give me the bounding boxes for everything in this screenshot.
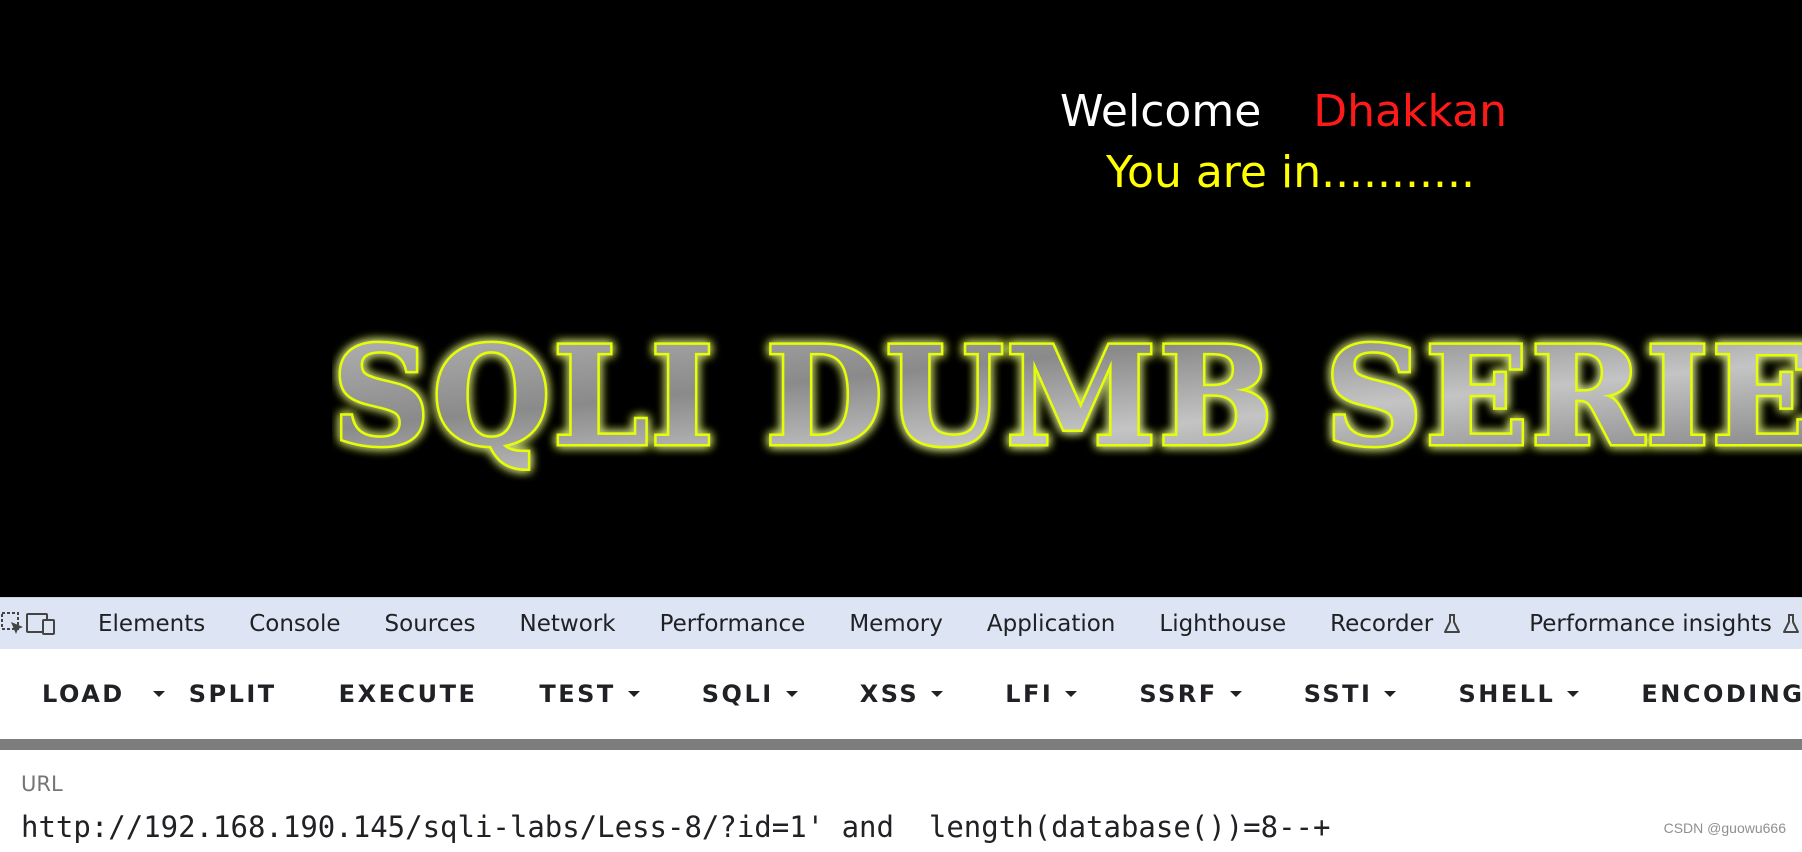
- ssti-menu-button[interactable]: SSTI: [1304, 649, 1397, 739]
- xss-menu-button[interactable]: XSS: [860, 649, 944, 739]
- tab-sources[interactable]: Sources: [363, 598, 498, 650]
- chevron-down-icon: [785, 691, 798, 697]
- sqli-menu-button[interactable]: SQLI: [702, 649, 798, 739]
- chevron-down-icon: [1065, 691, 1078, 697]
- chevron-down-icon: [627, 691, 640, 697]
- devtools-tab-bar: Elements Console Sources Network Perform…: [0, 597, 1802, 649]
- tab-network[interactable]: Network: [498, 598, 638, 650]
- tab-application[interactable]: Application: [965, 598, 1138, 650]
- welcome-name: Dhakkan: [1313, 86, 1508, 137]
- welcome-word: Welcome: [1060, 86, 1262, 137]
- experimental-flask-icon: [1782, 613, 1799, 633]
- tab-console[interactable]: Console: [227, 598, 362, 650]
- split-button[interactable]: SPLIT: [189, 649, 277, 739]
- chevron-down-icon: [1229, 691, 1242, 697]
- lfi-menu-button[interactable]: LFI: [1005, 649, 1078, 739]
- shell-menu-button[interactable]: SHELL: [1458, 649, 1580, 739]
- welcome-line: Welcome Dhakkan: [1060, 84, 1507, 140]
- encoding-menu-button[interactable]: ENCODING: [1641, 649, 1802, 739]
- chevron-down-icon: [152, 691, 165, 697]
- load-dropdown-button[interactable]: [152, 649, 165, 739]
- hackbar-separator: [0, 739, 1802, 750]
- tab-elements[interactable]: Elements: [76, 598, 227, 650]
- tab-memory[interactable]: Memory: [827, 598, 965, 650]
- chevron-down-icon: [931, 691, 944, 697]
- tab-lighthouse[interactable]: Lighthouse: [1137, 598, 1308, 650]
- url-field-label: URL: [21, 772, 63, 796]
- tab-recorder[interactable]: Recorder: [1308, 598, 1483, 650]
- watermark: CSDN @guowu666: [1663, 820, 1786, 836]
- test-menu-button[interactable]: TEST: [539, 649, 640, 739]
- banner-text: SQLI DUMB SERIES: [332, 318, 1802, 477]
- browser-page: Welcome Dhakkan You are in........... SQ…: [0, 0, 1802, 852]
- web-content: Welcome Dhakkan You are in........... SQ…: [0, 0, 1802, 597]
- execute-button[interactable]: EXECUTE: [339, 649, 478, 739]
- hackbar-toolbar: LOAD SPLIT EXECUTE TEST SQLI XSS LFI SSR…: [0, 649, 1802, 739]
- device-toolbar-icon[interactable]: [26, 598, 56, 650]
- chevron-down-icon: [1384, 691, 1397, 697]
- url-panel: URL http://192.168.190.145/sqli-labs/Les…: [0, 750, 1802, 852]
- status-message: You are in...........: [1106, 147, 1475, 198]
- tab-performance-insights[interactable]: Performance insights: [1507, 598, 1802, 650]
- experimental-flask-icon: [1444, 613, 1461, 633]
- ssrf-menu-button[interactable]: SSRF: [1139, 649, 1242, 739]
- url-input[interactable]: http://192.168.190.145/sqli-labs/Less-8/…: [21, 810, 1330, 844]
- inspect-element-icon[interactable]: [0, 598, 26, 650]
- chevron-down-icon: [1567, 691, 1580, 697]
- sqli-banner-image: SQLI DUMB SERIES: [332, 318, 1802, 488]
- tab-performance[interactable]: Performance: [638, 598, 828, 650]
- load-button[interactable]: LOAD: [0, 649, 153, 739]
